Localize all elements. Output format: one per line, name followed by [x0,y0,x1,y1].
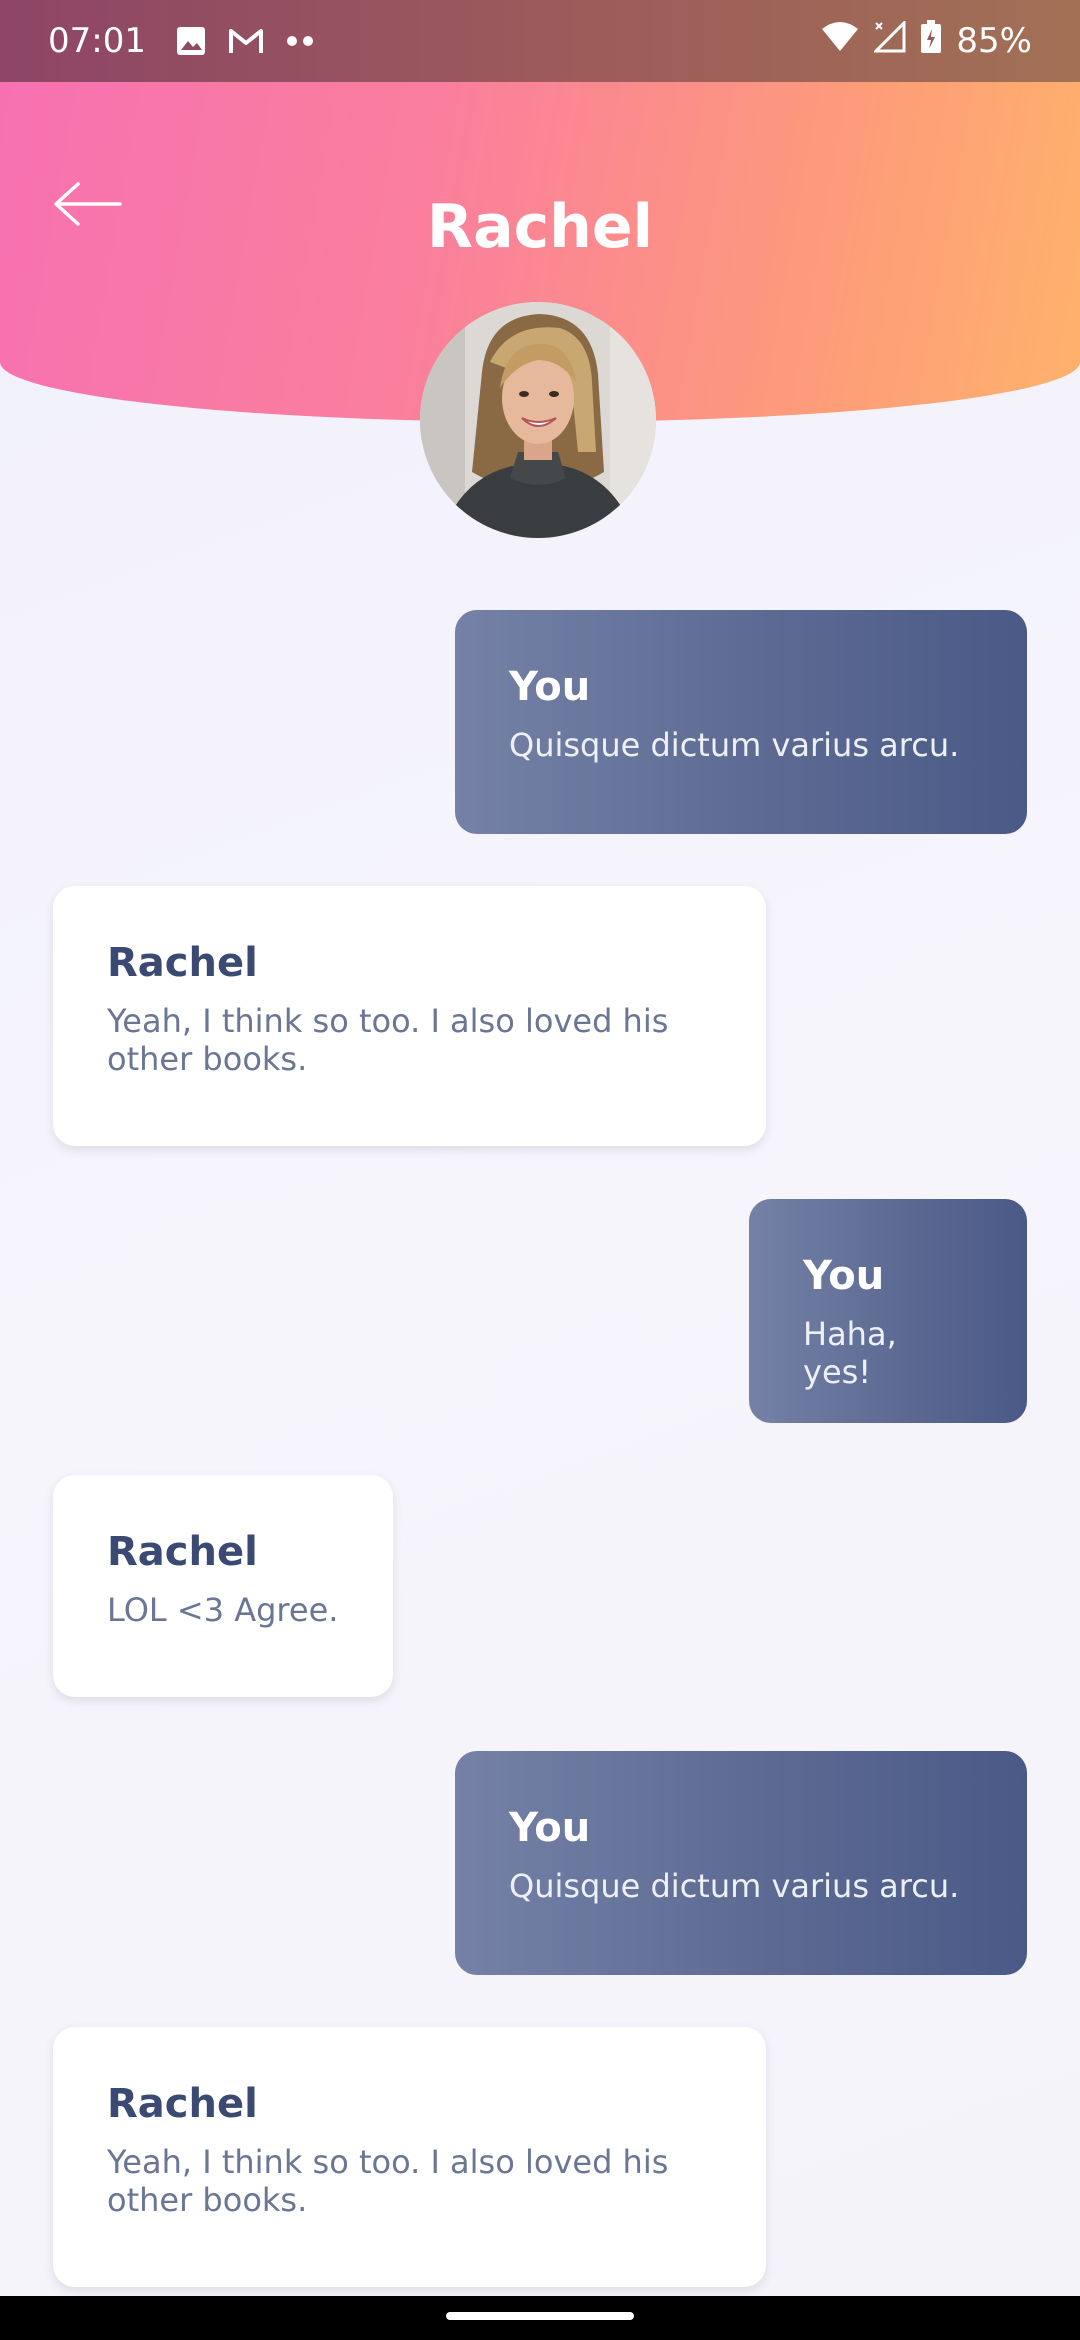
message-bubble-outgoing[interactable]: You Quisque dictum varius arcu. [455,610,1027,834]
message-sender: Rachel [107,1529,258,1575]
message-bubble-incoming[interactable]: Rachel Yeah, I think so too. I also love… [53,886,766,1146]
message-text: Yeah, I think so too. I also loved his o… [107,1002,669,1078]
message-sender: You [803,1253,885,1299]
message-bubble-incoming[interactable]: Rachel LOL <3 Agree. [53,1475,393,1697]
status-bar: 07:01 85% [0,0,1080,82]
message-sender: Rachel [107,940,258,986]
more-dots-icon [286,35,314,47]
image-icon [176,26,206,56]
message-sender: Rachel [107,2081,258,2127]
message-text: Haha, yes! [803,1315,897,1391]
home-indicator[interactable] [446,2312,634,2320]
navigation-bar [0,2296,1080,2340]
wifi-icon [820,21,860,62]
message-text: Quisque dictum varius arcu. [509,1867,960,1905]
battery-percent: 85% [956,21,1032,61]
status-time: 07:01 [48,21,146,61]
page-title: Rachel [426,192,654,262]
message-text: Yeah, I think so too. I also loved his o… [107,2143,669,2219]
message-text: Quisque dictum varius arcu. [509,726,960,764]
avatar[interactable] [420,302,656,538]
gmail-icon [228,27,264,55]
message-bubble-incoming[interactable]: Rachel Yeah, I think so too. I also love… [53,2027,766,2287]
message-text: LOL <3 Agree. [107,1591,339,1629]
message-bubble-outgoing[interactable]: You Quisque dictum varius arcu. [455,1751,1027,1975]
battery-icon [920,19,942,63]
avatar-portrait [420,302,656,538]
signal-icon [872,18,906,62]
message-sender: You [509,664,591,710]
message-bubble-outgoing[interactable]: You Haha, yes! [749,1199,1027,1423]
message-sender: You [509,1805,591,1851]
